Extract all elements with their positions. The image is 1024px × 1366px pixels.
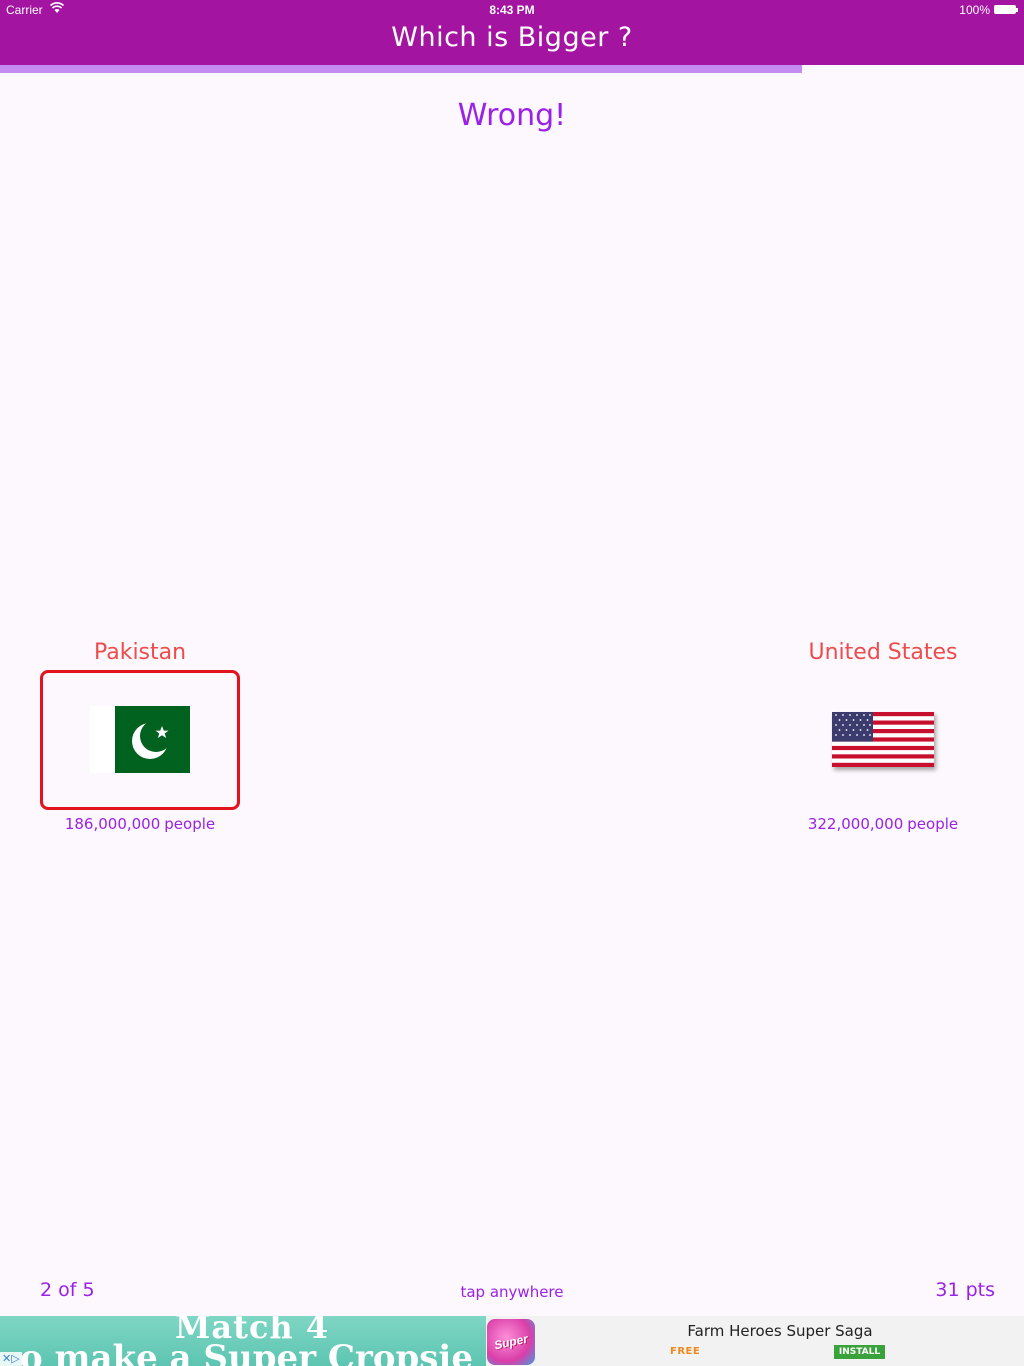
ad-price: FREE xyxy=(670,1346,701,1357)
pakistan-flag-icon xyxy=(90,706,190,773)
ad-title[interactable]: Farm Heroes Super Saga xyxy=(600,1322,960,1340)
status-time: 8:43 PM xyxy=(489,3,535,17)
ad-artwork[interactable]: Match 4 o make a Super Cropsie ✕▷ xyxy=(0,1316,486,1366)
tap-anywhere-hint[interactable]: tap anywhere xyxy=(0,1283,1024,1301)
country-option-right[interactable] xyxy=(783,670,983,810)
score-label: 31 pts xyxy=(935,1279,995,1301)
population-left: 186,000,000 people xyxy=(20,815,260,833)
ad-banner[interactable]: Match 4 o make a Super Cropsie ✕▷ Super … xyxy=(0,1316,1024,1366)
answer-result: Wrong! xyxy=(457,98,567,133)
population-unit-left: people xyxy=(164,815,216,833)
ad-art-subline: o make a Super Cropsie xyxy=(20,1338,473,1366)
ad-app-icon[interactable]: Super xyxy=(487,1319,535,1365)
population-value-left: 186,000,000 xyxy=(64,815,161,833)
status-bar: Carrier 8:43 PM 100% xyxy=(0,0,1024,20)
quiz-progress-fill xyxy=(0,65,802,73)
battery-icon xyxy=(994,5,1018,14)
country-name-left: Pakistan xyxy=(93,640,187,665)
population-unit-right: people xyxy=(907,815,959,833)
quiz-progress-bar xyxy=(0,65,1024,73)
battery-percent: 100% xyxy=(959,3,990,17)
ad-install-button[interactable]: INSTALL xyxy=(834,1345,885,1359)
population-right: 322,000,000 people xyxy=(763,815,1003,833)
us-flag-icon xyxy=(832,712,934,767)
country-option-left[interactable] xyxy=(40,670,240,810)
page-title: Which is Bigger ? xyxy=(391,22,633,53)
ad-choices-icon[interactable]: ✕▷ xyxy=(0,1352,22,1366)
country-name-right: United States xyxy=(808,640,958,665)
ad-app-icon-label: Super xyxy=(492,1331,530,1353)
population-value-right: 322,000,000 xyxy=(807,815,904,833)
